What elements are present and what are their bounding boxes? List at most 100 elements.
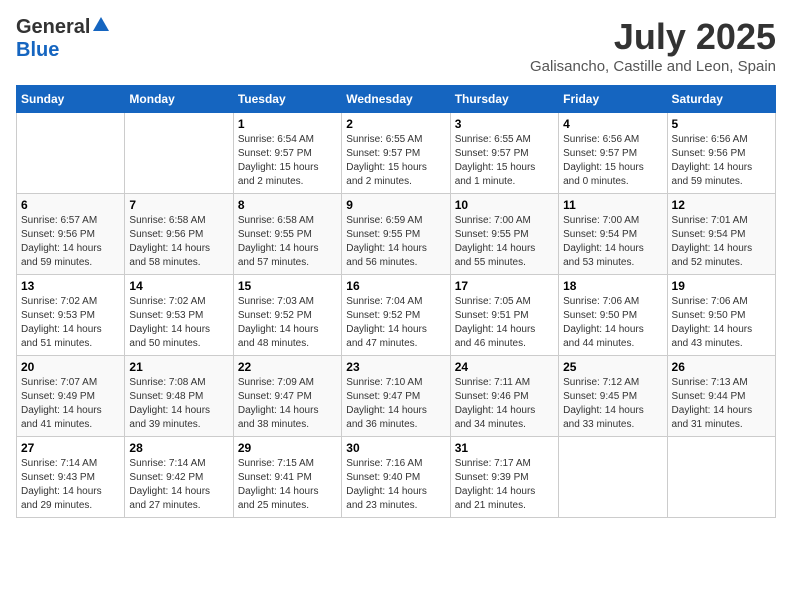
logo-blue: Blue xyxy=(16,39,59,61)
day-info: Sunrise: 7:03 AM Sunset: 9:52 PM Dayligh… xyxy=(238,295,337,351)
day-number: 13 xyxy=(21,279,120,293)
day-info: Sunrise: 7:12 AM Sunset: 9:45 PM Dayligh… xyxy=(563,376,662,432)
calendar-cell: 25 Sunrise: 7:12 AM Sunset: 9:45 PM Dayli… xyxy=(559,356,667,437)
day-info: Sunrise: 7:10 AM Sunset: 9:47 PM Dayligh… xyxy=(346,376,445,432)
day-info: Sunrise: 6:54 AM Sunset: 9:57 PM Dayligh… xyxy=(238,133,337,189)
calendar-cell xyxy=(667,437,775,518)
day-number: 23 xyxy=(346,360,445,374)
day-number: 14 xyxy=(129,279,228,293)
day-info: Sunrise: 7:16 AM Sunset: 9:40 PM Dayligh… xyxy=(346,457,445,513)
day-number: 17 xyxy=(455,279,554,293)
day-number: 10 xyxy=(455,198,554,212)
calendar-week-row: 13 Sunrise: 7:02 AM Sunset: 9:53 PM Dayli… xyxy=(17,275,776,356)
day-info: Sunrise: 7:13 AM Sunset: 9:44 PM Dayligh… xyxy=(672,376,771,432)
day-number: 20 xyxy=(21,360,120,374)
day-number: 25 xyxy=(563,360,662,374)
calendar-cell: 7 Sunrise: 6:58 AM Sunset: 9:56 PM Daylig… xyxy=(125,194,233,275)
logo: General Blue xyxy=(16,16,109,62)
day-number: 4 xyxy=(563,117,662,131)
day-info: Sunrise: 6:55 AM Sunset: 9:57 PM Dayligh… xyxy=(455,133,554,189)
day-number: 31 xyxy=(455,441,554,455)
day-number: 22 xyxy=(238,360,337,374)
calendar-header-row: SundayMondayTuesdayWednesdayThursdayFrid… xyxy=(17,86,776,113)
calendar-cell xyxy=(559,437,667,518)
calendar-cell: 3Sunrise: 6:55 AM Sunset: 9:57 PM Daylig… xyxy=(450,113,558,194)
calendar-cell: 2 Sunrise: 6:55 AM Sunset: 9:57 PM Daylig… xyxy=(342,113,450,194)
day-info: Sunrise: 7:05 AM Sunset: 9:51 PM Dayligh… xyxy=(455,295,554,351)
day-info: Sunrise: 6:58 AM Sunset: 9:55 PM Dayligh… xyxy=(238,214,337,270)
day-number: 9 xyxy=(346,198,445,212)
calendar-cell: 15 Sunrise: 7:03 AM Sunset: 9:52 PM Dayli… xyxy=(233,275,341,356)
calendar-day-header: Friday xyxy=(559,86,667,113)
day-number: 6 xyxy=(21,198,120,212)
day-info: Sunrise: 7:07 AM Sunset: 9:49 PM Dayligh… xyxy=(21,376,120,432)
calendar-week-row: 27Sunrise: 7:14 AM Sunset: 9:43 PM Dayli… xyxy=(17,437,776,518)
calendar-week-row: 1 Sunrise: 6:54 AM Sunset: 9:57 PM Daylig… xyxy=(17,113,776,194)
day-number: 1 xyxy=(238,117,337,131)
day-info: Sunrise: 6:56 AM Sunset: 9:56 PM Dayligh… xyxy=(672,133,771,189)
calendar-day-header: Wednesday xyxy=(342,86,450,113)
day-number: 7 xyxy=(129,198,228,212)
calendar-body: 1 Sunrise: 6:54 AM Sunset: 9:57 PM Daylig… xyxy=(17,113,776,518)
calendar-cell xyxy=(125,113,233,194)
calendar-cell: 27Sunrise: 7:14 AM Sunset: 9:43 PM Dayli… xyxy=(17,437,125,518)
calendar-cell: 26Sunrise: 7:13 AM Sunset: 9:44 PM Dayli… xyxy=(667,356,775,437)
day-number: 16 xyxy=(346,279,445,293)
calendar-day-header: Saturday xyxy=(667,86,775,113)
day-info: Sunrise: 7:09 AM Sunset: 9:47 PM Dayligh… xyxy=(238,376,337,432)
calendar-cell: 4 Sunrise: 6:56 AM Sunset: 9:57 PM Daylig… xyxy=(559,113,667,194)
day-info: Sunrise: 7:02 AM Sunset: 9:53 PM Dayligh… xyxy=(129,295,228,351)
page-header: General Blue July 2025 Galisancho, Casti… xyxy=(16,16,776,75)
calendar-cell: 11Sunrise: 7:00 AM Sunset: 9:54 PM Dayli… xyxy=(559,194,667,275)
day-number: 18 xyxy=(563,279,662,293)
calendar-cell: 6 Sunrise: 6:57 AM Sunset: 9:56 PM Daylig… xyxy=(17,194,125,275)
day-info: Sunrise: 7:14 AM Sunset: 9:42 PM Dayligh… xyxy=(129,457,228,513)
location: Galisancho, Castille and Leon, Spain xyxy=(530,58,776,75)
calendar-day-header: Thursday xyxy=(450,86,558,113)
day-number: 15 xyxy=(238,279,337,293)
day-info: Sunrise: 7:04 AM Sunset: 9:52 PM Dayligh… xyxy=(346,295,445,351)
day-info: Sunrise: 6:58 AM Sunset: 9:56 PM Dayligh… xyxy=(129,214,228,270)
calendar-week-row: 6 Sunrise: 6:57 AM Sunset: 9:56 PM Daylig… xyxy=(17,194,776,275)
calendar-cell: 18 Sunrise: 7:06 AM Sunset: 9:50 PM Dayli… xyxy=(559,275,667,356)
calendar-cell: 12Sunrise: 7:01 AM Sunset: 9:54 PM Dayli… xyxy=(667,194,775,275)
month-title: July 2025 xyxy=(530,16,776,58)
calendar-cell: 21Sunrise: 7:08 AM Sunset: 9:48 PM Dayli… xyxy=(125,356,233,437)
day-info: Sunrise: 6:56 AM Sunset: 9:57 PM Dayligh… xyxy=(563,133,662,189)
day-info: Sunrise: 7:11 AM Sunset: 9:46 PM Dayligh… xyxy=(455,376,554,432)
title-area: July 2025 Galisancho, Castille and Leon,… xyxy=(530,16,776,75)
day-info: Sunrise: 7:00 AM Sunset: 9:55 PM Dayligh… xyxy=(455,214,554,270)
day-number: 24 xyxy=(455,360,554,374)
calendar-cell: 5 Sunrise: 6:56 AM Sunset: 9:56 PM Daylig… xyxy=(667,113,775,194)
day-info: Sunrise: 6:55 AM Sunset: 9:57 PM Dayligh… xyxy=(346,133,445,189)
calendar-day-header: Monday xyxy=(125,86,233,113)
calendar-cell: 31 Sunrise: 7:17 AM Sunset: 9:39 PM Dayli… xyxy=(450,437,558,518)
calendar-day-header: Sunday xyxy=(17,86,125,113)
day-number: 29 xyxy=(238,441,337,455)
calendar-cell: 19 Sunrise: 7:06 AM Sunset: 9:50 PM Dayli… xyxy=(667,275,775,356)
calendar-cell: 28Sunrise: 7:14 AM Sunset: 9:42 PM Dayli… xyxy=(125,437,233,518)
day-info: Sunrise: 7:06 AM Sunset: 9:50 PM Dayligh… xyxy=(672,295,771,351)
calendar-cell: 1 Sunrise: 6:54 AM Sunset: 9:57 PM Daylig… xyxy=(233,113,341,194)
day-number: 5 xyxy=(672,117,771,131)
logo-general: General xyxy=(16,16,90,39)
day-info: Sunrise: 7:15 AM Sunset: 9:41 PM Dayligh… xyxy=(238,457,337,513)
day-number: 19 xyxy=(672,279,771,293)
day-number: 21 xyxy=(129,360,228,374)
calendar-cell: 22 Sunrise: 7:09 AM Sunset: 9:47 PM Dayli… xyxy=(233,356,341,437)
calendar-cell xyxy=(17,113,125,194)
calendar-cell: 30Sunrise: 7:16 AM Sunset: 9:40 PM Dayli… xyxy=(342,437,450,518)
day-info: Sunrise: 7:06 AM Sunset: 9:50 PM Dayligh… xyxy=(563,295,662,351)
calendar-cell: 9Sunrise: 6:59 AM Sunset: 9:55 PM Daylig… xyxy=(342,194,450,275)
calendar-table: SundayMondayTuesdayWednesdayThursdayFrid… xyxy=(16,85,776,518)
day-info: Sunrise: 7:00 AM Sunset: 9:54 PM Dayligh… xyxy=(563,214,662,270)
calendar-week-row: 20 Sunrise: 7:07 AM Sunset: 9:49 PM Dayli… xyxy=(17,356,776,437)
calendar-cell: 16 Sunrise: 7:04 AM Sunset: 9:52 PM Dayli… xyxy=(342,275,450,356)
day-info: Sunrise: 7:17 AM Sunset: 9:39 PM Dayligh… xyxy=(455,457,554,513)
calendar-cell: 13Sunrise: 7:02 AM Sunset: 9:53 PM Dayli… xyxy=(17,275,125,356)
day-number: 12 xyxy=(672,198,771,212)
day-info: Sunrise: 6:57 AM Sunset: 9:56 PM Dayligh… xyxy=(21,214,120,270)
calendar-cell: 10 Sunrise: 7:00 AM Sunset: 9:55 PM Dayli… xyxy=(450,194,558,275)
day-number: 2 xyxy=(346,117,445,131)
calendar-cell: 14 Sunrise: 7:02 AM Sunset: 9:53 PM Dayli… xyxy=(125,275,233,356)
